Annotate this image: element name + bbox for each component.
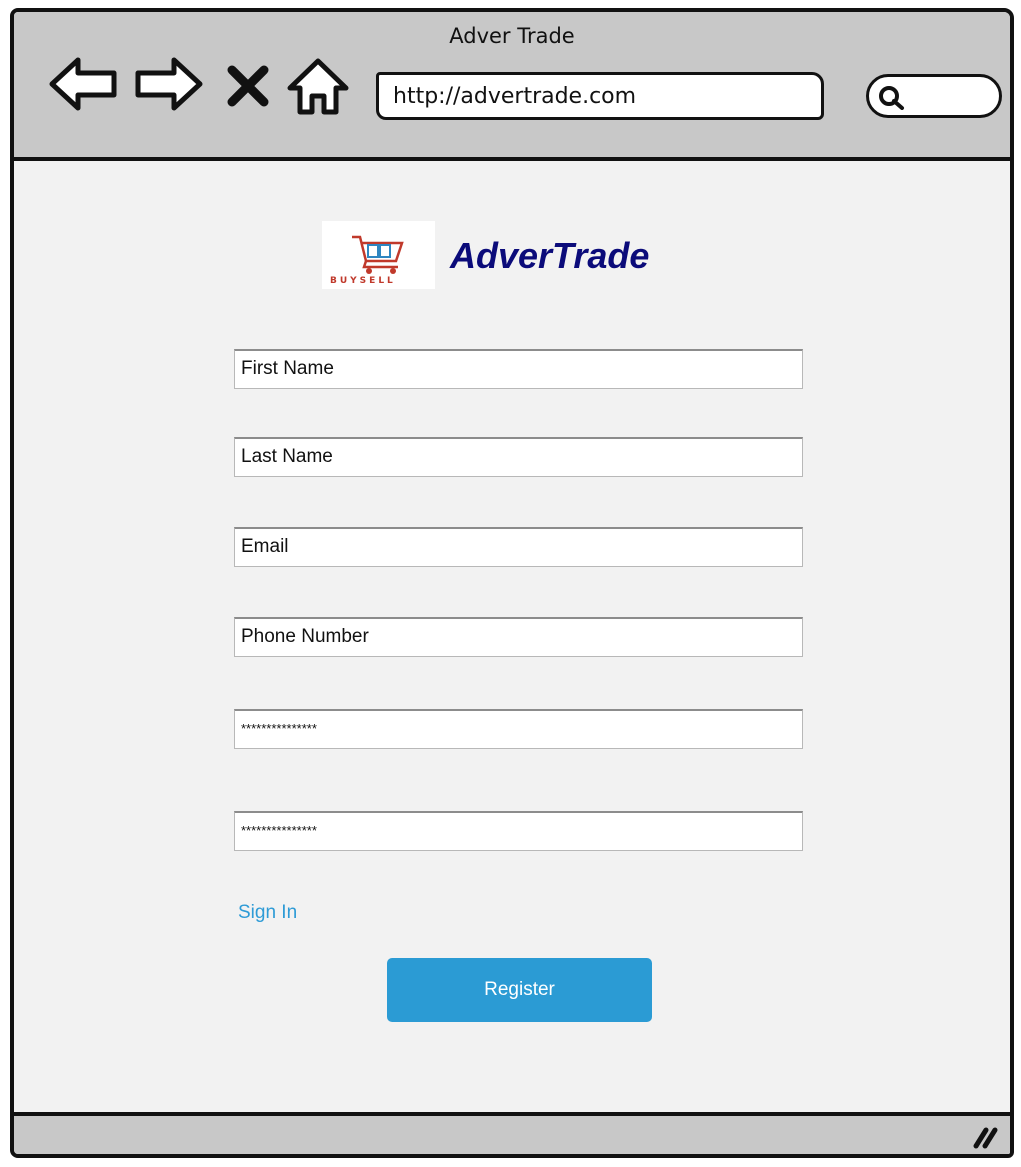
home-button[interactable]: [286, 56, 350, 123]
browser-titlebar: Adver Trade http://advertrade.com: [14, 12, 1010, 161]
confirm-password-field[interactable]: ***************: [234, 811, 803, 851]
address-bar[interactable]: http://advertrade.com: [376, 72, 824, 120]
stop-button[interactable]: [226, 64, 270, 113]
close-icon: [227, 65, 269, 107]
home-icon: [287, 58, 349, 115]
browser-window: Adver Trade http://advertrade.com BUYSEL…: [10, 8, 1014, 1158]
browser-search-box[interactable]: [866, 74, 1002, 118]
first-name-field[interactable]: First Name: [234, 349, 803, 389]
shopping-cart-icon: BUYSELL: [322, 221, 435, 289]
arrow-left-icon: [49, 57, 117, 111]
sign-in-link[interactable]: Sign In: [238, 902, 297, 924]
brand-name: AdverTrade: [450, 235, 650, 276]
browser-statusbar: [14, 1112, 1010, 1154]
forward-button[interactable]: [132, 54, 204, 119]
back-button[interactable]: [48, 54, 120, 119]
last-name-field[interactable]: Last Name: [234, 437, 803, 477]
arrow-right-icon: [135, 57, 203, 111]
logo-caption: BUYSELL: [330, 276, 396, 286]
search-icon: [879, 86, 904, 110]
password-field[interactable]: ***************: [234, 709, 803, 749]
page-content: BUYSELL AdverTrade First Name Last Name …: [14, 161, 1010, 1116]
resize-grip-icon[interactable]: [970, 1124, 1000, 1150]
brand-logo: BUYSELL: [322, 221, 435, 289]
register-button[interactable]: Register: [387, 958, 652, 1022]
email-field[interactable]: Email: [234, 527, 803, 567]
phone-number-field[interactable]: Phone Number: [234, 617, 803, 657]
window-title: Adver Trade: [449, 24, 575, 48]
url-text: http://advertrade.com: [393, 84, 637, 109]
